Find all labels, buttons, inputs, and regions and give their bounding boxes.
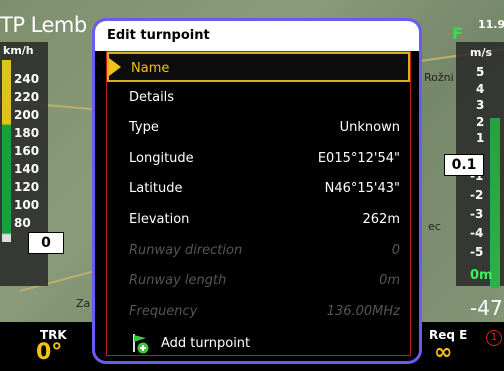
field-row-name[interactable]: Name [107, 52, 410, 82]
vario-tick-label: 4 [476, 81, 485, 96]
dialog-title: Edit turnpoint [95, 21, 419, 51]
vario-tick-label: -2 [470, 188, 484, 202]
vario-readout: 0.1 [444, 154, 484, 176]
gps-status-icon: F [452, 24, 463, 43]
vario-bar [490, 118, 500, 288]
add-turnpoint-button[interactable]: Add turnpoint [129, 330, 250, 356]
vario-tick-label: -4 [470, 226, 484, 240]
field-label: Elevation [129, 212, 190, 227]
field-row-details[interactable]: Details [107, 83, 410, 113]
speed-unit: km/h [3, 44, 34, 57]
field-row-runway-direction: Runway direction 0 [107, 236, 410, 266]
altitude-readout: -478 [470, 296, 504, 320]
field-label: Details [129, 89, 175, 105]
vario-tick-label: -5 [470, 245, 484, 259]
field-value: 136.00MHz [326, 303, 400, 319]
req-e-value: ∞ [434, 340, 453, 365]
vario-zero-label: 0m [470, 268, 493, 283]
speed-tick-label: 160 [14, 144, 40, 158]
add-turnpoint-label: Add turnpoint [161, 335, 251, 351]
map-place-label: Za [76, 297, 91, 310]
speed-tick-label: 120 [14, 180, 40, 194]
field-row-frequency: Frequency 136.00MHz [107, 297, 410, 327]
field-value: E015°12'54" [317, 150, 400, 166]
speed-color-bar [2, 60, 11, 242]
field-value: 0m [379, 273, 400, 289]
field-row-runway-length: Runway length 0m [107, 266, 410, 296]
page-badge: 1 [486, 330, 502, 346]
turnpoint-field-list: Name Details Type Unknown Longitude E015°12'5… [106, 51, 411, 356]
map-place-label: Rožni [424, 71, 454, 84]
turnpoint-title: TP Lemb [0, 13, 87, 37]
speed-tick-label: 240 [14, 72, 40, 86]
field-value: 262m [362, 212, 400, 227]
vario-unit: m/s [470, 46, 493, 59]
selection-arrow-icon [109, 58, 121, 76]
speed-tick-label: 140 [14, 162, 40, 176]
field-row-elevation[interactable]: Elevation 262m [107, 205, 410, 235]
field-label: Longitude [129, 150, 194, 166]
speed-tick-label: 220 [14, 90, 40, 104]
field-row-longitude[interactable]: Longitude E015°12'54" [107, 144, 410, 174]
edit-turnpoint-dialog: Edit turnpoint Name Details Type Unknown Lon… [92, 18, 422, 364]
field-row-type[interactable]: Type Unknown [107, 113, 410, 143]
speed-tick-label: 180 [14, 126, 40, 140]
field-label: Runway length [129, 273, 227, 289]
speed-tick-label: 100 [14, 198, 40, 212]
field-value: N46°15'43" [324, 181, 400, 197]
battery-voltage: 11.9V [478, 18, 504, 31]
field-value: Unknown [339, 120, 400, 136]
field-row-latitude[interactable]: Latitude N46°15'43" [107, 174, 410, 204]
vario-tick-label: 1 [476, 131, 485, 145]
speed-tick-label: 200 [14, 108, 40, 122]
speed-readout: 0 [28, 232, 64, 254]
field-label: Frequency [129, 303, 198, 319]
vario-tick-label: 2 [476, 114, 485, 129]
field-label: Runway direction [129, 242, 243, 258]
vario-tick-label: 3 [476, 98, 485, 112]
field-value: 0 [391, 242, 400, 258]
field-label: Name [131, 61, 170, 76]
map-place-label: ec [428, 220, 441, 233]
vario-tick-label: -3 [470, 207, 484, 221]
trk-value: 0° [36, 340, 63, 365]
vario-tick-label: 5 [476, 65, 485, 79]
speed-tick-label: 80 [14, 216, 31, 230]
field-label: Type [129, 120, 159, 136]
field-label: Latitude [129, 181, 183, 197]
flag-add-icon [129, 332, 151, 354]
